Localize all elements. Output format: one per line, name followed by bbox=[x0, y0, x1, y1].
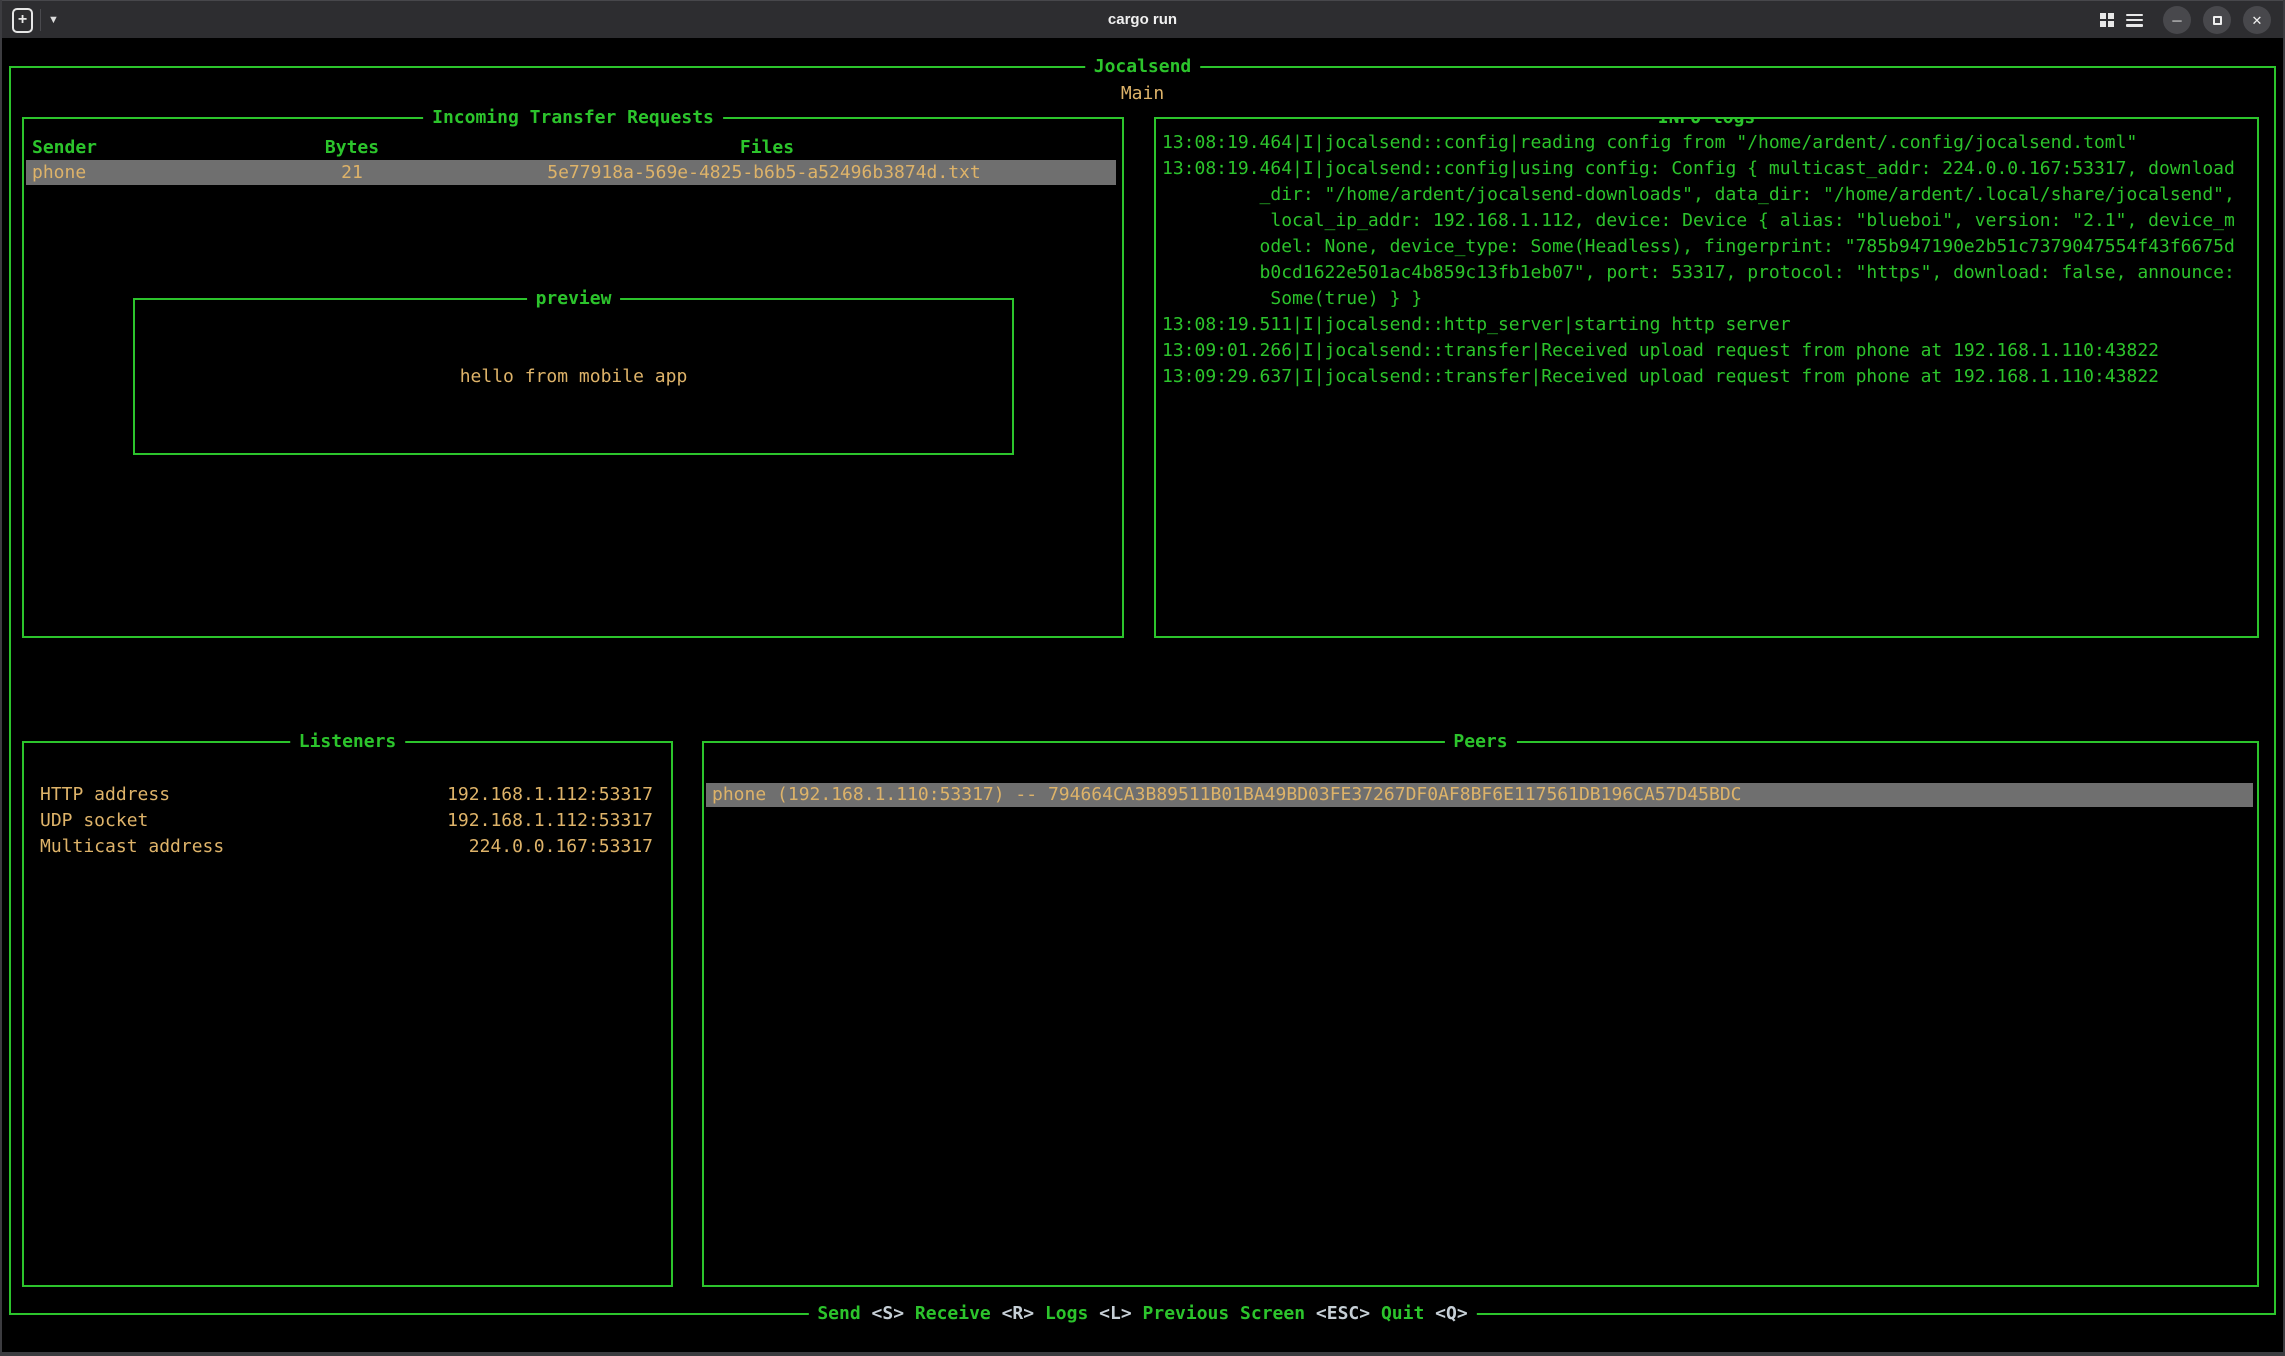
listeners-panel: Listeners HTTP address 192.168.1.112:533… bbox=[22, 741, 673, 1287]
peers-panel: Peers phone (192.168.1.110:53317) -- 794… bbox=[702, 741, 2259, 1287]
listener-label: UDP socket bbox=[40, 808, 148, 834]
transfer-bytes: 21 bbox=[292, 160, 412, 186]
transfer-files: 5e77918a-569e-4825-b6b5-a52496b3874d.txt bbox=[412, 160, 1116, 186]
transfer-request-row-selected[interactable]: phone 21 5e77918a-569e-4825-b6b5-a52496b… bbox=[26, 160, 1116, 185]
key-hint: <R> bbox=[1002, 1303, 1035, 1324]
titlebar-left-cluster: + ▼ bbox=[12, 1, 59, 39]
new-tab-button[interactable]: + bbox=[12, 8, 33, 33]
column-header-bytes: Bytes bbox=[292, 135, 412, 161]
window-title: cargo run bbox=[0, 7, 2285, 33]
listener-label: Multicast address bbox=[40, 834, 224, 860]
close-button[interactable]: ✕ bbox=[2243, 6, 2271, 34]
titlebar-right-cluster: ─ ✕ bbox=[2100, 1, 2271, 39]
key-hint: <ESC> bbox=[1316, 1303, 1370, 1324]
maximize-button[interactable] bbox=[2203, 6, 2231, 34]
close-icon: ✕ bbox=[2252, 14, 2263, 27]
maximize-icon bbox=[2213, 16, 2222, 25]
column-header-files: Files bbox=[412, 135, 1122, 161]
plus-icon: + bbox=[18, 12, 27, 28]
column-header-sender: Sender bbox=[32, 135, 292, 161]
preview-panel: preview hello from mobile app bbox=[133, 298, 1014, 455]
peer-row-selected[interactable]: phone (192.168.1.110:53317) -- 794664CA3… bbox=[706, 783, 2253, 807]
menu-item-send[interactable]: Send <S> bbox=[817, 1303, 904, 1324]
listener-label: HTTP address bbox=[40, 782, 170, 808]
listener-row-multicast: Multicast address 224.0.0.167:53317 bbox=[24, 834, 671, 860]
menu-icon[interactable] bbox=[2126, 14, 2143, 27]
menu-item-quit[interactable]: Quit <Q> bbox=[1381, 1303, 1468, 1324]
listener-row-http: HTTP address 192.168.1.112:53317 bbox=[24, 782, 671, 808]
incoming-transfers-panel: Incoming Transfer Requests Sender Bytes … bbox=[22, 117, 1124, 638]
transfer-sender: phone bbox=[32, 160, 292, 186]
listener-value: 224.0.0.167:53317 bbox=[469, 834, 653, 860]
incoming-transfers-title: Incoming Transfer Requests bbox=[423, 105, 723, 131]
key-hint: <Q> bbox=[1435, 1303, 1468, 1324]
menu-item-receive[interactable]: Receive <R> bbox=[915, 1303, 1034, 1324]
preview-content: hello from mobile app bbox=[460, 364, 688, 390]
listeners-title: Listeners bbox=[290, 729, 406, 755]
peers-title: Peers bbox=[1444, 729, 1516, 755]
app-title: Jocalsend bbox=[1085, 54, 1201, 80]
preview-title: preview bbox=[527, 286, 621, 312]
listener-list: HTTP address 192.168.1.112:53317 UDP soc… bbox=[24, 782, 671, 860]
titlebar-separator bbox=[40, 9, 41, 31]
transfers-table-header: Sender Bytes Files bbox=[24, 135, 1122, 161]
menu-item-previous-screen[interactable]: Previous Screen <ESC> bbox=[1143, 1303, 1371, 1324]
info-logs-panel: INFO logs 13:08:19.464|I|jocalsend::conf… bbox=[1154, 117, 2259, 638]
window-edge-bottom bbox=[0, 1352, 2285, 1356]
titlebar: + ▼ cargo run ─ ✕ bbox=[0, 0, 2285, 38]
log-output: 13:08:19.464|I|jocalsend::config|reading… bbox=[1162, 130, 2235, 390]
window-edge-left bbox=[0, 0, 2, 1356]
tab-dropdown-button[interactable]: ▼ bbox=[48, 15, 59, 26]
listener-value: 192.168.1.112:53317 bbox=[447, 782, 653, 808]
listener-value: 192.168.1.112:53317 bbox=[447, 808, 653, 834]
keybinding-menu: Send <S> Receive <R> Logs <L> Previous S… bbox=[808, 1301, 1476, 1327]
key-hint: <S> bbox=[872, 1303, 905, 1324]
screen-name: Main bbox=[11, 81, 2274, 107]
tab-switcher-icon[interactable] bbox=[2100, 13, 2114, 27]
key-hint: <L> bbox=[1099, 1303, 1132, 1324]
menu-item-logs[interactable]: Logs <L> bbox=[1045, 1303, 1132, 1324]
info-logs-title: INFO logs bbox=[1649, 117, 1765, 131]
listener-row-udp: UDP socket 192.168.1.112:53317 bbox=[24, 808, 671, 834]
minimize-button[interactable]: ─ bbox=[2163, 6, 2191, 34]
terminal-window: + ▼ cargo run ─ ✕ Jocalse bbox=[0, 0, 2285, 1356]
minimize-icon: ─ bbox=[2172, 14, 2181, 27]
